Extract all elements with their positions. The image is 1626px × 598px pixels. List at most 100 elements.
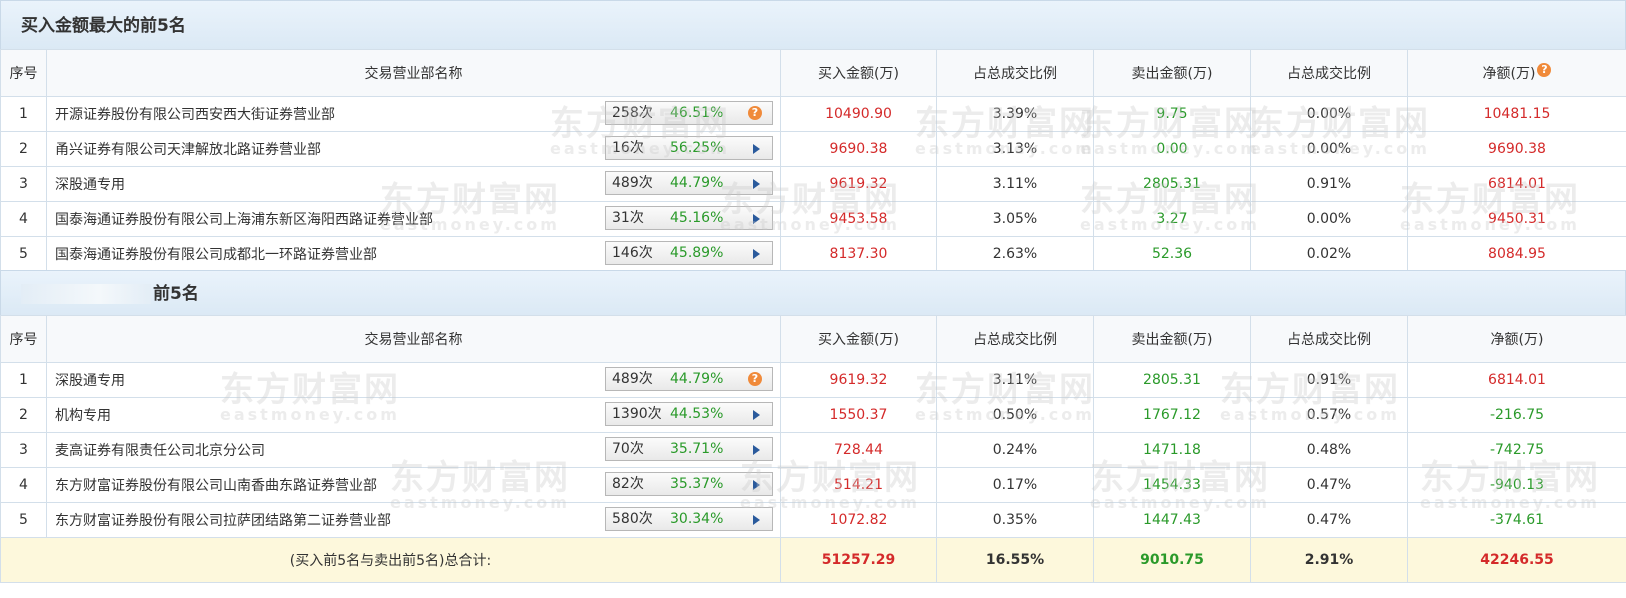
row-name-cell: 甬兴证券有限公司天津解放北路证券营业部 16次 56.25%: [46, 131, 781, 167]
buy-section-title-text: 买入金额最大的前5名: [21, 16, 186, 36]
broker-name-link[interactable]: 国泰海通证券股份有限公司成都北一环路证券营业部: [55, 244, 377, 264]
col-header-net[interactable]: 净额(万): [1407, 315, 1626, 363]
row-net: -742.75: [1407, 432, 1626, 468]
row-net: 9450.31: [1407, 201, 1626, 237]
stat-button[interactable]: 70次 35.71%: [605, 437, 773, 461]
times-count: 146次: [612, 245, 653, 261]
row-no: 2: [0, 131, 47, 167]
col-header-name: 交易营业部名称: [46, 315, 781, 363]
help-icon[interactable]: ?: [748, 106, 762, 120]
buy-table-body: 1 开源证券股份有限公司西安西大街证券营业部 258次 46.51%? 10490.90…: [0, 96, 1626, 272]
col-header-buy-ratio: 占总成交比例: [936, 49, 1094, 97]
times-count: 489次: [612, 371, 653, 387]
stat-button[interactable]: 82次 35.37%: [605, 472, 773, 496]
row-buy-ratio: 3.39%: [936, 96, 1094, 132]
row-net: 9690.38: [1407, 131, 1626, 167]
row-net: 6814.01: [1407, 362, 1626, 398]
row-no: 3: [0, 166, 47, 202]
row-net: 6814.01: [1407, 166, 1626, 202]
row-buy-ratio: 3.13%: [936, 131, 1094, 167]
table-row: 5 东方财富证券股份有限公司拉萨团结路第二证券营业部 580次 30.34% 1072.…: [0, 502, 1626, 538]
arrow-right-icon[interactable]: [753, 410, 760, 420]
arrow-right-icon[interactable]: [753, 179, 760, 189]
stat-button[interactable]: 489次 44.79%: [605, 171, 773, 195]
table-row: 4 国泰海通证券股份有限公司上海浦东新区海阳西路证券营业部 31次 45.16% 945…: [0, 201, 1626, 237]
stat-button[interactable]: 16次 56.25%: [605, 136, 773, 160]
arrow-right-icon[interactable]: [753, 249, 760, 259]
arrow-right-icon[interactable]: [753, 214, 760, 224]
arrow-right-icon[interactable]: [753, 445, 760, 455]
sell-section-title-text: 前5名: [153, 284, 199, 304]
help-icon[interactable]: ?: [748, 372, 762, 386]
page: 买入金额最大的前5名 序号 交易营业部名称 买入金额(万) 占总成交比例 卖出金…: [0, 0, 1626, 598]
row-buy: 728.44: [780, 432, 937, 468]
arrow-right-icon[interactable]: [753, 480, 760, 490]
win-rate: 44.79%: [670, 371, 724, 387]
row-buy-ratio: 0.17%: [936, 467, 1094, 503]
col-header-buy[interactable]: 买入金额(万): [780, 315, 937, 363]
total-sell: 9010.75: [1093, 537, 1251, 583]
col-header-net-label: 净额(万): [1482, 66, 1536, 82]
arrow-right-icon[interactable]: [753, 515, 760, 525]
stat-button[interactable]: 31次 45.16%: [605, 206, 773, 230]
total-net: 42246.55: [1407, 537, 1626, 583]
row-sell: 2805.31: [1093, 362, 1251, 398]
col-header-sell-ratio: 占总成交比例: [1250, 49, 1408, 97]
stat-button[interactable]: 1390次 44.53%: [605, 402, 773, 426]
col-header-buy[interactable]: 买入金额(万): [780, 49, 937, 97]
row-buy-ratio: 0.50%: [936, 397, 1094, 433]
broker-name-link[interactable]: 深股通专用: [55, 370, 125, 390]
table-row: 1 开源证券股份有限公司西安西大街证券营业部 258次 46.51%? 10490.90…: [0, 96, 1626, 132]
col-header-net[interactable]: 净额(万)?: [1407, 49, 1626, 97]
table-row: 3 深股通专用 489次 44.79% 9619.32 3.11% 2805.31 0.91%…: [0, 166, 1626, 202]
table-row: 5 国泰海通证券股份有限公司成都北一环路证券营业部 146次 45.89% 8137.3…: [0, 236, 1626, 272]
broker-name-link[interactable]: 麦高证券有限责任公司北京分公司: [55, 440, 265, 460]
times-count: 16次: [612, 140, 644, 156]
row-sell: 0.00: [1093, 131, 1251, 167]
broker-name-link[interactable]: 东方财富证券股份有限公司拉萨团结路第二证券营业部: [55, 510, 391, 530]
row-buy-ratio: 0.24%: [936, 432, 1094, 468]
total-buy: 51257.29: [780, 537, 937, 583]
win-rate: 30.34%: [670, 511, 724, 527]
broker-name-link[interactable]: 深股通专用: [55, 174, 125, 194]
total-buy-ratio: 16.55%: [936, 537, 1094, 583]
row-sell-ratio: 0.47%: [1250, 467, 1408, 503]
row-sell: 52.36: [1093, 236, 1251, 272]
help-icon[interactable]: ?: [1537, 63, 1552, 77]
row-no: 1: [0, 96, 47, 132]
broker-name-link[interactable]: 东方财富证券股份有限公司山南香曲东路证券营业部: [55, 475, 377, 495]
times-count: 31次: [612, 210, 644, 226]
broker-name-link[interactable]: 国泰海通证券股份有限公司上海浦东新区海阳西路证券营业部: [55, 209, 433, 229]
stat-button[interactable]: 580次 30.34%: [605, 507, 773, 531]
row-buy-ratio: 0.35%: [936, 502, 1094, 538]
arrow-right-icon[interactable]: [753, 144, 760, 154]
row-no: 5: [0, 236, 47, 272]
row-name-cell: 东方财富证券股份有限公司拉萨团结路第二证券营业部 580次 30.34%: [46, 502, 781, 538]
row-sell-ratio: 0.48%: [1250, 432, 1408, 468]
row-sell-ratio: 0.57%: [1250, 397, 1408, 433]
total-label: (买入前5名与卖出前5名)总合计:: [0, 537, 781, 583]
sell-section-title: 前5名: [0, 270, 1626, 316]
broker-name-link[interactable]: 开源证券股份有限公司西安西大街证券营业部: [55, 104, 335, 124]
col-header-sell[interactable]: 卖出金额(万): [1093, 49, 1251, 97]
row-buy: 8137.30: [780, 236, 937, 272]
row-no: 4: [0, 201, 47, 237]
table-row: 2 甬兴证券有限公司天津解放北路证券营业部 16次 56.25% 9690.38 3.13…: [0, 131, 1626, 167]
broker-name-link[interactable]: 甬兴证券有限公司天津解放北路证券营业部: [55, 139, 321, 159]
times-count: 489次: [612, 175, 653, 191]
sell-table: 序号 交易营业部名称 买入金额(万) 占总成交比例 卖出金额(万) 占总成交比例…: [0, 315, 1626, 583]
row-net: 10481.15: [1407, 96, 1626, 132]
win-rate: 46.51%: [670, 105, 724, 121]
row-name-cell: 深股通专用 489次 44.79%: [46, 166, 781, 202]
row-buy-ratio: 3.05%: [936, 201, 1094, 237]
times-count: 70次: [612, 441, 644, 457]
row-no: 4: [0, 467, 47, 503]
stat-button[interactable]: 489次 44.79%?: [605, 367, 773, 391]
win-rate: 44.79%: [670, 175, 724, 191]
col-header-sell[interactable]: 卖出金额(万): [1093, 315, 1251, 363]
broker-name-link[interactable]: 机构专用: [55, 405, 111, 425]
row-sell-ratio: 0.00%: [1250, 201, 1408, 237]
col-header-no: 序号: [0, 49, 47, 97]
stat-button[interactable]: 258次 46.51%?: [605, 101, 773, 125]
stat-button[interactable]: 146次 45.89%: [605, 241, 773, 265]
